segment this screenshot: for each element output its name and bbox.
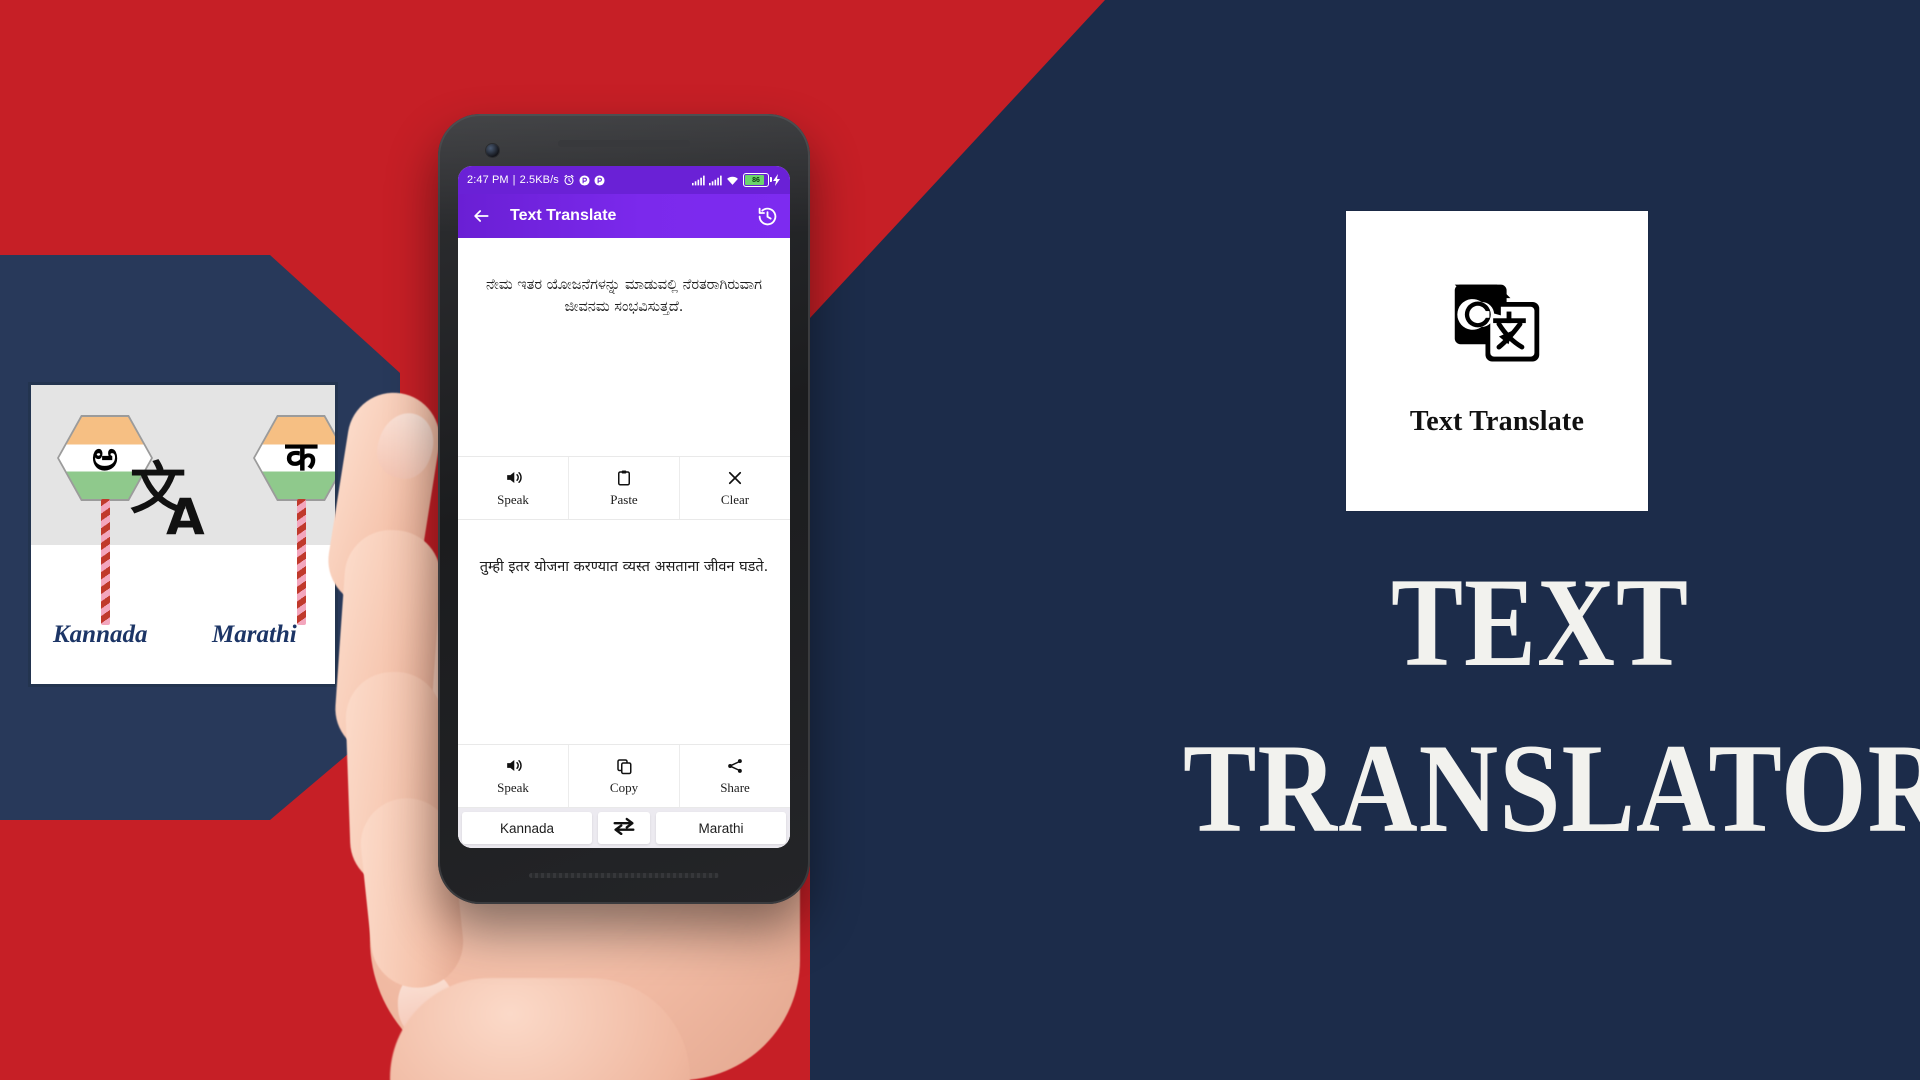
target-language-sign: क <box>253 415 335 625</box>
app-name-label: Text Translate <box>1409 406 1585 437</box>
swap-languages-button[interactable] <box>598 812 650 844</box>
india-flag-hexagon-target: क <box>253 415 335 501</box>
language-selector-bar: Kannada Marathi <box>458 808 790 848</box>
speak-source-label: Speak <box>497 492 529 507</box>
speak-target-button[interactable]: Speak <box>458 745 568 807</box>
language-pair-card: ಅ क 文 A Kannada Marathi <box>28 382 338 687</box>
speak-target-label: Speak <box>497 780 529 795</box>
speak-source-button[interactable]: Speak <box>458 457 568 519</box>
volume-up-icon <box>504 468 523 487</box>
status-bar-left: 2:47 PM | 2.5KB/s <box>467 174 605 186</box>
earpiece-speaker <box>558 140 690 147</box>
devanagari-letter-glyph: क <box>285 434 317 480</box>
source-text-panel: ನೇಮ ಇತರ ಯೋಜನೆಗಳನ್ನು ಮಾಡುವಲ್ಲಿ ನೆರತರಾಗಿರು… <box>458 238 790 456</box>
paste-button[interactable]: Paste <box>568 457 679 519</box>
status-time: 2:47 PM <box>467 174 509 186</box>
share-label: Share <box>720 779 750 795</box>
target-action-row: Speak Copy Share <box>458 744 790 808</box>
background-navy-right <box>810 0 1920 1080</box>
battery-icon: 86 <box>743 173 772 187</box>
signal-bars-icon <box>692 175 705 186</box>
status-bar-right: 86 <box>692 173 781 187</box>
front-camera <box>486 144 499 157</box>
target-text-panel: तुम्ही इतर योजना करण्यात व्यस्त असताना ज… <box>458 520 790 744</box>
translated-text: तुम्ही इतर योजना करण्यात व्यस्त असताना ज… <box>479 559 769 575</box>
screen-content: ನೇಮ ಇತರ ಯೋಜನೆಗಳನ್ನು ಮಾಡುವಲ್ಲಿ ನೆರತರಾಗಿರು… <box>458 238 790 848</box>
source-language-label: Kannada <box>53 621 148 648</box>
app-bar-title: Text Translate <box>510 207 617 224</box>
translate-glyph-icon: 文 A <box>126 462 236 557</box>
latin-glyph: A <box>166 487 205 546</box>
banner-headline: TEXT TRANSLATOR <box>1183 552 1920 852</box>
target-text-area[interactable]: तुम्ही इतर योजना करण्यात व्यस्त असताना ज… <box>458 520 790 744</box>
status-separator: | <box>512 174 516 186</box>
copy-button[interactable]: Copy <box>568 745 679 807</box>
status-bar: 2:47 PM | 2.5KB/s 86 <box>458 166 790 194</box>
share-icon <box>726 757 744 775</box>
app-bar: Text Translate <box>458 194 790 238</box>
sign-pole <box>297 499 306 625</box>
signal-bars-icon <box>709 175 722 186</box>
swap-arrows-icon <box>611 817 637 840</box>
google-translate-icon <box>1454 284 1540 362</box>
phone-device: 2:47 PM | 2.5KB/s 86 Text Translate ನೇಮ … <box>438 114 810 904</box>
source-action-row: Speak Paste Clear <box>458 456 790 520</box>
history-icon[interactable] <box>756 205 778 227</box>
clear-button[interactable]: Clear <box>679 457 790 519</box>
alarm-icon <box>563 174 575 186</box>
clear-label: Clear <box>720 491 750 507</box>
clipboard-icon <box>615 469 633 487</box>
close-x-icon <box>726 469 744 487</box>
volume-up-icon <box>504 756 523 775</box>
target-language-select[interactable]: Marathi <box>656 812 786 844</box>
app-badge-icon <box>579 174 590 186</box>
headline-line-1: TEXT <box>1390 552 1690 694</box>
wifi-icon <box>726 175 739 186</box>
sign-pole <box>101 499 110 625</box>
copy-icon <box>615 757 633 775</box>
bottom-speaker-grille <box>529 873 719 878</box>
source-text-area[interactable]: ನೇಮ ಇತರ ಯೋಜನೆಗಳನ್ನು ಮಾಡುವಲ್ಲಿ ನೆರತರಾಗಿರು… <box>458 238 790 456</box>
phone-screen: 2:47 PM | 2.5KB/s 86 Text Translate ನೇಮ … <box>458 166 790 848</box>
target-language-label: Marathi <box>212 621 297 648</box>
promo-banner: ಅ क 文 A Kannada Marathi Text Translate T… <box>0 0 1920 1080</box>
source-text: ನೇಮ ಇತರ ಯೋಜನೆಗಳನ್ನು ಮಾಡುವಲ್ಲಿ ನೆರತರಾಗಿರು… <box>486 277 762 316</box>
back-arrow-icon[interactable] <box>470 205 492 227</box>
app-badge-icon <box>594 174 605 186</box>
copy-label: Copy <box>609 779 639 795</box>
app-icon-card: Text Translate <box>1346 211 1648 511</box>
status-network-speed: 2.5KB/s <box>519 174 559 186</box>
share-button[interactable]: Share <box>679 745 790 807</box>
source-language-select[interactable]: Kannada <box>462 812 592 844</box>
headline-line-2: TRANSLATOR <box>1183 718 1920 860</box>
battery-percent: 86 <box>752 176 760 184</box>
paste-label: Paste <box>610 491 638 507</box>
charging-bolt-icon <box>773 174 781 186</box>
